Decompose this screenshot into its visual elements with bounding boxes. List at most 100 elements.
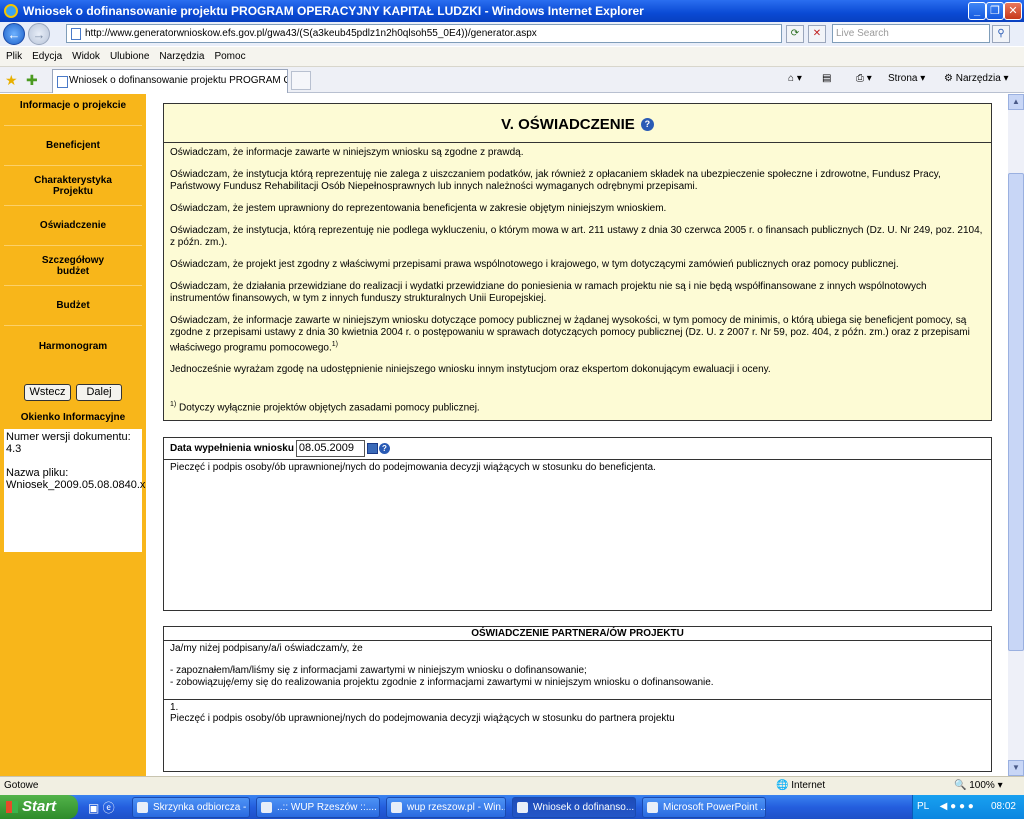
main-area: V. OŚWIADCZENIE? Oświadczam, że informac… <box>146 94 1008 776</box>
maximize-button[interactable]: ❐ <box>986 2 1004 20</box>
menu-edit[interactable]: Edycja <box>32 51 62 62</box>
search-input[interactable]: Live Search <box>832 24 990 43</box>
clock: 08:02 <box>990 801 1016 812</box>
info-filename: Wniosek_2009.05.08.0840.xml <box>6 479 158 491</box>
print-icon[interactable]: ⎙ ▾ <box>856 73 872 84</box>
forward-arrow-icon[interactable]: → <box>28 23 50 45</box>
address-bar: ← → http://www.generatorwnioskow.efs.gov… <box>0 22 1024 46</box>
sidebar-item-schedule[interactable]: Harmonogram <box>4 326 142 366</box>
tools-menu[interactable]: ⚙ Narzędzia ▾ <box>944 73 1009 84</box>
url-text: http://www.generatorwnioskow.efs.gov.pl/… <box>85 28 537 39</box>
declaration-paragraph: Jednocześnie wyrażam zgodę na udostępnie… <box>170 364 771 376</box>
window-title: Wniosek o dofinansowanie projektu PROGRA… <box>23 4 644 18</box>
declaration-paragraph-deminimis: Oświadczam, że informacje zawarte w nini… <box>170 315 985 354</box>
scroll-down-icon[interactable]: ▼ <box>1008 760 1024 776</box>
section-heading: V. OŚWIADCZENIE? <box>164 113 991 135</box>
declaration-body: Oświadczam, że informacje zawarte w nini… <box>164 142 991 376</box>
declaration-paragraph: Oświadczam, że informacje zawarte w nini… <box>170 147 524 158</box>
signature-panel: Data wypełnienia wniosku 08.05.2009 ? Pi… <box>163 437 992 611</box>
calendar-icon[interactable] <box>366 443 378 454</box>
page-icon <box>71 28 81 40</box>
taskbar: Start ▣ ⓔ Skrzynka odbiorcza - ... ..:: … <box>0 795 1024 819</box>
close-button[interactable]: ✕ <box>1004 2 1022 20</box>
tray-icons[interactable]: ◀ ● ● ● <box>940 801 974 812</box>
footnote: 1) Dotyczy wyłącznie projektów objętych … <box>170 401 480 413</box>
security-zone: 🌐 Internet <box>776 780 826 791</box>
partner-intro: Ja/my niżej podpisany/a/i oświadczam/y, … <box>170 643 363 654</box>
taskbar-button[interactable]: Microsoft PowerPoint ... <box>642 797 766 818</box>
partner-number: 1. <box>170 702 179 713</box>
menu-tools[interactable]: Narzędzia <box>159 51 204 62</box>
vertical-scrollbar[interactable]: ▲ ▼ <box>1008 94 1024 776</box>
ie-icon <box>4 4 18 18</box>
scroll-up-icon[interactable]: ▲ <box>1008 94 1024 110</box>
refresh-icon[interactable]: ⟳ <box>786 25 804 43</box>
add-favorites-icon[interactable]: ✚ <box>26 72 38 89</box>
tab-bar: ★ ✚ Wniosek o dofinansowanie projektu PR… <box>0 67 1024 93</box>
scroll-thumb[interactable] <box>1008 173 1024 651</box>
back-arrow-icon[interactable]: ← <box>3 23 25 45</box>
partner-panel: OŚWIADCZENIE PARTNERA/ÓW PROJEKTU Ja/my … <box>163 626 992 772</box>
info-filename-label: Nazwa pliku: <box>6 467 69 479</box>
sidebar-item-beneficiary[interactable]: Beneficjent <box>4 126 142 166</box>
declaration-paragraph: Oświadczam, że jestem uprawniony do repr… <box>170 203 667 214</box>
stop-icon[interactable]: ✕ <box>808 25 826 43</box>
taskbar-button[interactable]: Skrzynka odbiorcza - ... <box>132 797 250 818</box>
sidebar-item-characteristics[interactable]: Charakterystyka Projektu <box>4 166 142 206</box>
declaration-panel: V. OŚWIADCZENIE? Oświadczam, że informac… <box>163 103 992 421</box>
taskbar-button[interactable]: wup rzeszow.pl - Win... <box>386 797 506 818</box>
search-icon[interactable]: ⚲ <box>992 25 1010 43</box>
page-menu[interactable]: Strona ▾ <box>888 73 925 84</box>
footnote-mark: 1) <box>170 401 177 408</box>
date-input[interactable]: 08.05.2009 <box>295 440 365 457</box>
window-titlebar: Wniosek o dofinansowanie projektu PROGRA… <box>0 0 1024 22</box>
page-content: Informacje o projekcie Beneficjent Chara… <box>0 94 1008 776</box>
beneficiary-stamp-text: Pieczęć i podpis osoby/ób uprawnionej/ny… <box>170 462 656 473</box>
minimize-button[interactable]: _ <box>968 2 986 20</box>
menu-view[interactable]: Widok <box>72 51 100 62</box>
browser-tab[interactable]: Wniosek o dofinansowanie projektu PROGRA… <box>52 69 288 93</box>
partner-line: - zapoznałem/łam/liśmy się z informacjam… <box>170 665 587 676</box>
menu-bar: Plik Edycja Widok Ulubione Narzędzia Pom… <box>0 47 1024 67</box>
partner-title: OŚWIADCZENIE PARTNERA/ÓW PROJEKTU <box>164 627 991 641</box>
quicklaunch-icon[interactable]: ▣ ⓔ <box>88 799 115 816</box>
system-tray: PL ◀ ● ● ● 08:02 <box>912 795 1024 819</box>
declaration-paragraph: Oświadczam, że instytucja którą reprezen… <box>170 169 941 192</box>
feeds-icon[interactable]: ▤ <box>822 73 831 84</box>
date-row: Data wypełnienia wniosku 08.05.2009 ? <box>164 438 991 460</box>
sidebar: Informacje o projekcie Beneficjent Chara… <box>0 94 158 776</box>
status-bar: Gotowe 🌐 Internet 🔍 100% ▾ <box>0 776 1024 795</box>
next-button[interactable]: Dalej <box>76 384 122 401</box>
deminimis-text: Oświadczam, że informacje zawarte w nini… <box>170 315 970 354</box>
back-button[interactable]: Wstecz <box>24 384 71 401</box>
menu-favorites[interactable]: Ulubione <box>110 51 149 62</box>
status-text: Gotowe <box>4 780 39 791</box>
declaration-paragraph: Oświadczam, że projekt jest zgodny z wła… <box>170 259 899 270</box>
section-title: V. OŚWIADCZENIE <box>501 115 635 133</box>
url-input[interactable]: http://www.generatorwnioskow.efs.gov.pl/… <box>66 24 782 43</box>
tools-menu-label: Narzędzia <box>955 73 1001 84</box>
start-button[interactable]: Start <box>0 795 78 819</box>
taskbar-button-active[interactable]: Wniosek o dofinanso... <box>512 797 636 818</box>
zoom-control[interactable]: 🔍 100% ▾ <box>954 777 1003 795</box>
help-icon[interactable]: ? <box>378 443 390 454</box>
info-window-title: Okienko Informacyjne <box>20 412 126 423</box>
help-icon[interactable]: ? <box>640 117 654 131</box>
favorites-star-icon[interactable]: ★ <box>5 72 18 89</box>
sidebar-item-project-info[interactable]: Informacje o projekcie <box>4 94 142 126</box>
taskbar-button[interactable]: ..:: WUP Rzeszów ::.... <box>256 797 380 818</box>
language-indicator[interactable]: PL <box>917 801 929 812</box>
home-icon[interactable]: ⌂ ▾ <box>788 73 802 84</box>
declaration-paragraph: Oświadczam, że działania przewidziane do… <box>170 281 927 304</box>
partner-declaration: Ja/my niżej podpisany/a/i oświadczam/y, … <box>164 641 991 700</box>
zone-text: Internet <box>791 780 826 791</box>
menu-help[interactable]: Pomoc <box>214 51 245 62</box>
date-label: Data wypełnienia wniosku <box>170 443 294 454</box>
sidebar-item-declaration[interactable]: Oświadczenie <box>4 206 142 246</box>
sidebar-item-budget[interactable]: Budżet <box>4 286 142 326</box>
partner-line: - zobowiązuję/emy się do realizowania pr… <box>170 677 714 688</box>
partner-signature: 1. Pieczęć i podpis osoby/ób uprawnionej… <box>164 700 991 726</box>
sidebar-item-detailed-budget[interactable]: Szczegółowy budżet <box>4 246 142 286</box>
new-tab-button[interactable] <box>291 71 311 90</box>
menu-file[interactable]: Plik <box>6 51 22 62</box>
